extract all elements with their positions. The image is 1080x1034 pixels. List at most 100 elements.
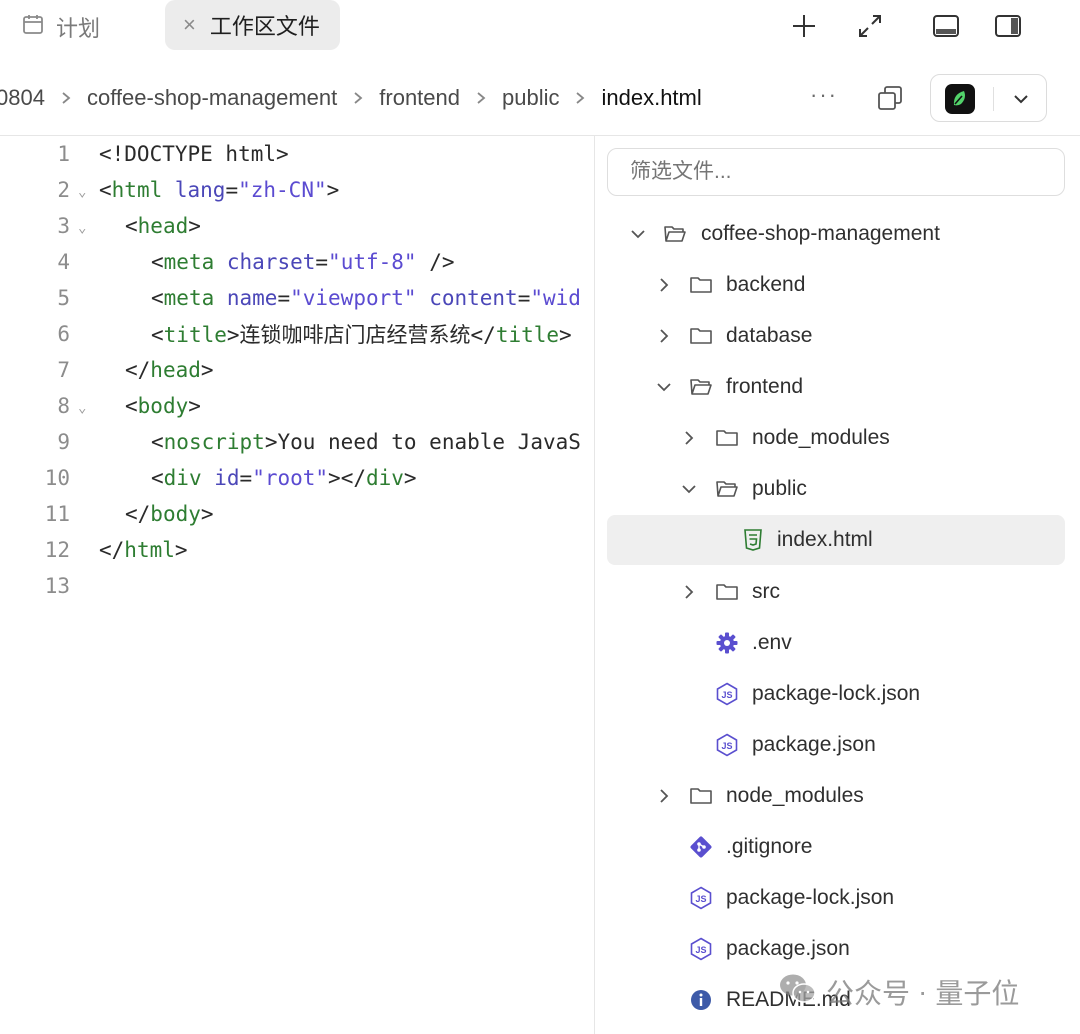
tree-item-index-html[interactable]: index.html	[607, 515, 1065, 565]
code-text: <title>连锁咖啡店门店经营系统</title>	[151, 323, 572, 347]
line-number: 12	[44, 538, 70, 562]
tab-workspace-files[interactable]: × 工作区文件	[165, 0, 340, 50]
tree-item-gitignore[interactable]: .gitignore	[607, 822, 1065, 872]
agent-selector-button[interactable]	[930, 74, 1047, 122]
calendar-icon	[22, 13, 44, 41]
tree-item-label: index.html	[777, 528, 873, 551]
tree-item-label: coffee-shop-management	[701, 222, 940, 245]
chevron-down-icon	[680, 480, 698, 498]
line-number: 13	[44, 574, 70, 598]
svg-text:JS: JS	[695, 945, 706, 955]
chevron-right-icon	[655, 787, 673, 805]
tree-item-node-modules[interactable]: node_modules	[607, 413, 1065, 463]
file-explorer: coffee-shop-management backend database …	[595, 136, 1080, 1034]
code-text: <noscript>You need to enable JavaS	[151, 430, 581, 454]
chevron-down-icon	[655, 378, 673, 396]
chevron-right-icon	[59, 91, 73, 105]
chevron-right-icon	[351, 91, 365, 105]
chevron-right-icon	[680, 583, 698, 601]
tab-plan[interactable]: 计划	[22, 6, 100, 48]
tree-item-package-lock-json-root[interactable]: JS package-lock.json	[607, 873, 1065, 923]
tree-item-public[interactable]: public	[607, 464, 1065, 514]
agent-logo-icon	[945, 84, 975, 114]
tree-item-label: frontend	[726, 375, 804, 398]
tree-item-label: package-lock.json	[726, 886, 895, 909]
code-text: <html lang="zh-CN">	[99, 178, 340, 202]
line-number: 7	[57, 358, 70, 382]
tree-item-package-json-root[interactable]: JS package.json	[607, 924, 1065, 974]
chevron-right-icon	[655, 276, 673, 294]
panel-bottom-icon[interactable]	[930, 10, 962, 42]
chevron-right-icon	[573, 91, 587, 105]
tab-workspace-label: 工作区文件	[209, 14, 320, 39]
tree-item-node-modules-root[interactable]: node_modules	[607, 771, 1065, 821]
breadcrumb-item-root[interactable]: 0804	[0, 85, 45, 111]
line-number: 4	[57, 250, 70, 274]
tree-item-env[interactable]: .env	[607, 618, 1065, 668]
line-number: 8	[57, 394, 70, 418]
watermark-name: 量子位	[935, 978, 1020, 1009]
line-number: 1	[57, 142, 70, 166]
tree-item-backend[interactable]: backend	[607, 260, 1065, 310]
folder-open-icon	[689, 375, 713, 399]
add-icon[interactable]	[788, 10, 820, 42]
expand-icon[interactable]	[854, 10, 886, 42]
tree-item-label: node_modules	[752, 426, 890, 449]
nodejs-icon: JS	[689, 937, 713, 961]
close-icon[interactable]: ×	[183, 14, 196, 36]
folder-open-icon	[663, 222, 687, 246]
more-options-icon[interactable]: ···	[810, 82, 838, 108]
tree-item-coffee-shop-management[interactable]: coffee-shop-management	[607, 209, 1065, 259]
svg-text:JS: JS	[695, 894, 706, 904]
fold-chevron-icon[interactable]: ⌄	[78, 400, 92, 416]
chevron-right-icon	[680, 429, 698, 447]
tree-item-frontend[interactable]: frontend	[607, 362, 1065, 412]
line-number: 3	[57, 214, 70, 238]
code-line: 11 </body>	[0, 496, 594, 532]
tree-item-label: package.json	[726, 937, 850, 960]
code-line: 12 </html>	[0, 532, 594, 568]
line-number: 5	[57, 286, 70, 310]
wechat-icon	[778, 972, 818, 1013]
breadcrumb: 0804 coffee-shop-management frontend pub…	[0, 60, 702, 136]
folder-icon	[715, 580, 739, 604]
chevron-down-icon	[629, 225, 647, 243]
panel-right-icon[interactable]	[992, 10, 1024, 42]
code-editor[interactable]: 1 <!DOCTYPE html> 2 ⌄ <html lang="zh-CN"…	[0, 136, 594, 1034]
fold-chevron-icon[interactable]: ⌄	[78, 184, 92, 200]
code-text: <div id="root"></div>	[151, 466, 417, 490]
folder-icon	[689, 784, 713, 808]
code-line: 8 ⌄ <body>	[0, 388, 594, 424]
breadcrumb-item-frontend[interactable]: frontend	[379, 85, 460, 111]
line-number: 6	[57, 322, 70, 346]
code-line: 13	[0, 568, 594, 604]
folder-icon	[715, 426, 739, 450]
code-line: 7 </head>	[0, 352, 594, 388]
code-line: 1 <!DOCTYPE html>	[0, 136, 594, 172]
folder-icon	[689, 273, 713, 297]
top-actions	[780, 10, 1080, 42]
tree-item-src[interactable]: src	[607, 567, 1065, 617]
copy-icon[interactable]	[876, 84, 904, 112]
agent-divider	[993, 87, 994, 111]
tree-item-package-lock-json[interactable]: JS package-lock.json	[607, 669, 1065, 719]
line-number: 9	[57, 430, 70, 454]
fold-chevron-icon[interactable]: ⌄	[78, 220, 92, 236]
tree-item-label: node_modules	[726, 784, 864, 807]
top-tab-bar: 计划 × 工作区文件	[0, 0, 1080, 60]
tree-item-database[interactable]: database	[607, 311, 1065, 361]
tree-item-label: src	[752, 580, 780, 603]
line-number: 2	[57, 178, 70, 202]
tree-item-label: backend	[726, 273, 806, 296]
html5-icon	[741, 528, 765, 552]
code-line: 5 <meta name="viewport" content="wid	[0, 280, 594, 316]
git-icon	[689, 835, 713, 859]
breadcrumb-item-public[interactable]: public	[502, 85, 559, 111]
watermark-source: 公众号	[826, 978, 911, 1009]
breadcrumb-item-project[interactable]: coffee-shop-management	[87, 85, 337, 111]
line-number: 10	[44, 466, 70, 490]
chevron-down-icon[interactable]	[1009, 87, 1033, 111]
chevron-right-icon	[474, 91, 488, 105]
filter-files-input[interactable]	[607, 148, 1065, 196]
tree-item-package-json[interactable]: JS package.json	[607, 720, 1065, 770]
